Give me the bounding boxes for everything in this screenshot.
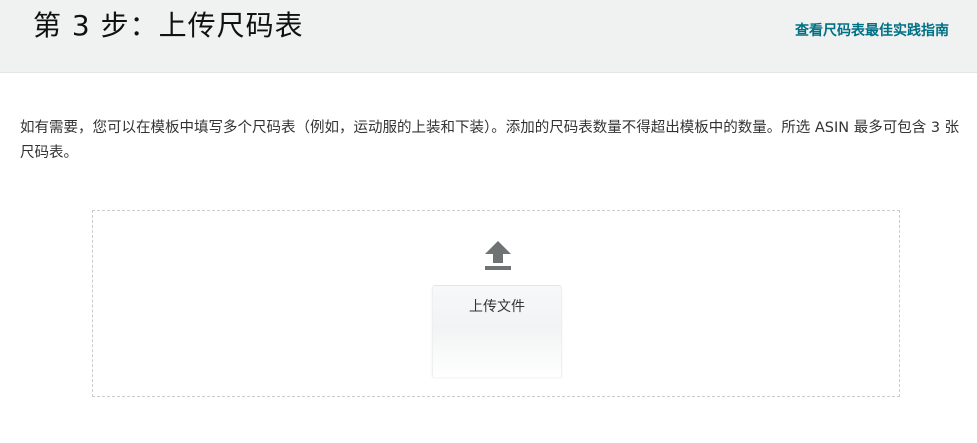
page-header: 第 3 步：上传尺码表 查看尺码表最佳实践指南 <box>0 0 977 73</box>
file-dropzone[interactable]: 上传文件 <box>92 210 900 397</box>
step-title: 第 3 步：上传尺码表 <box>33 9 304 42</box>
upload-file-label: 上传文件 <box>469 299 525 315</box>
upload-file-button[interactable]: 上传文件 <box>432 285 562 377</box>
upload-icon <box>485 241 511 271</box>
size-chart-guide-link[interactable]: 查看尺码表最佳实践指南 <box>795 21 949 41</box>
instructions-text: 如有需要，您可以在模板中填写多个尺码表（例如，运动服的上装和下装）。添加的尺码表… <box>20 120 960 161</box>
